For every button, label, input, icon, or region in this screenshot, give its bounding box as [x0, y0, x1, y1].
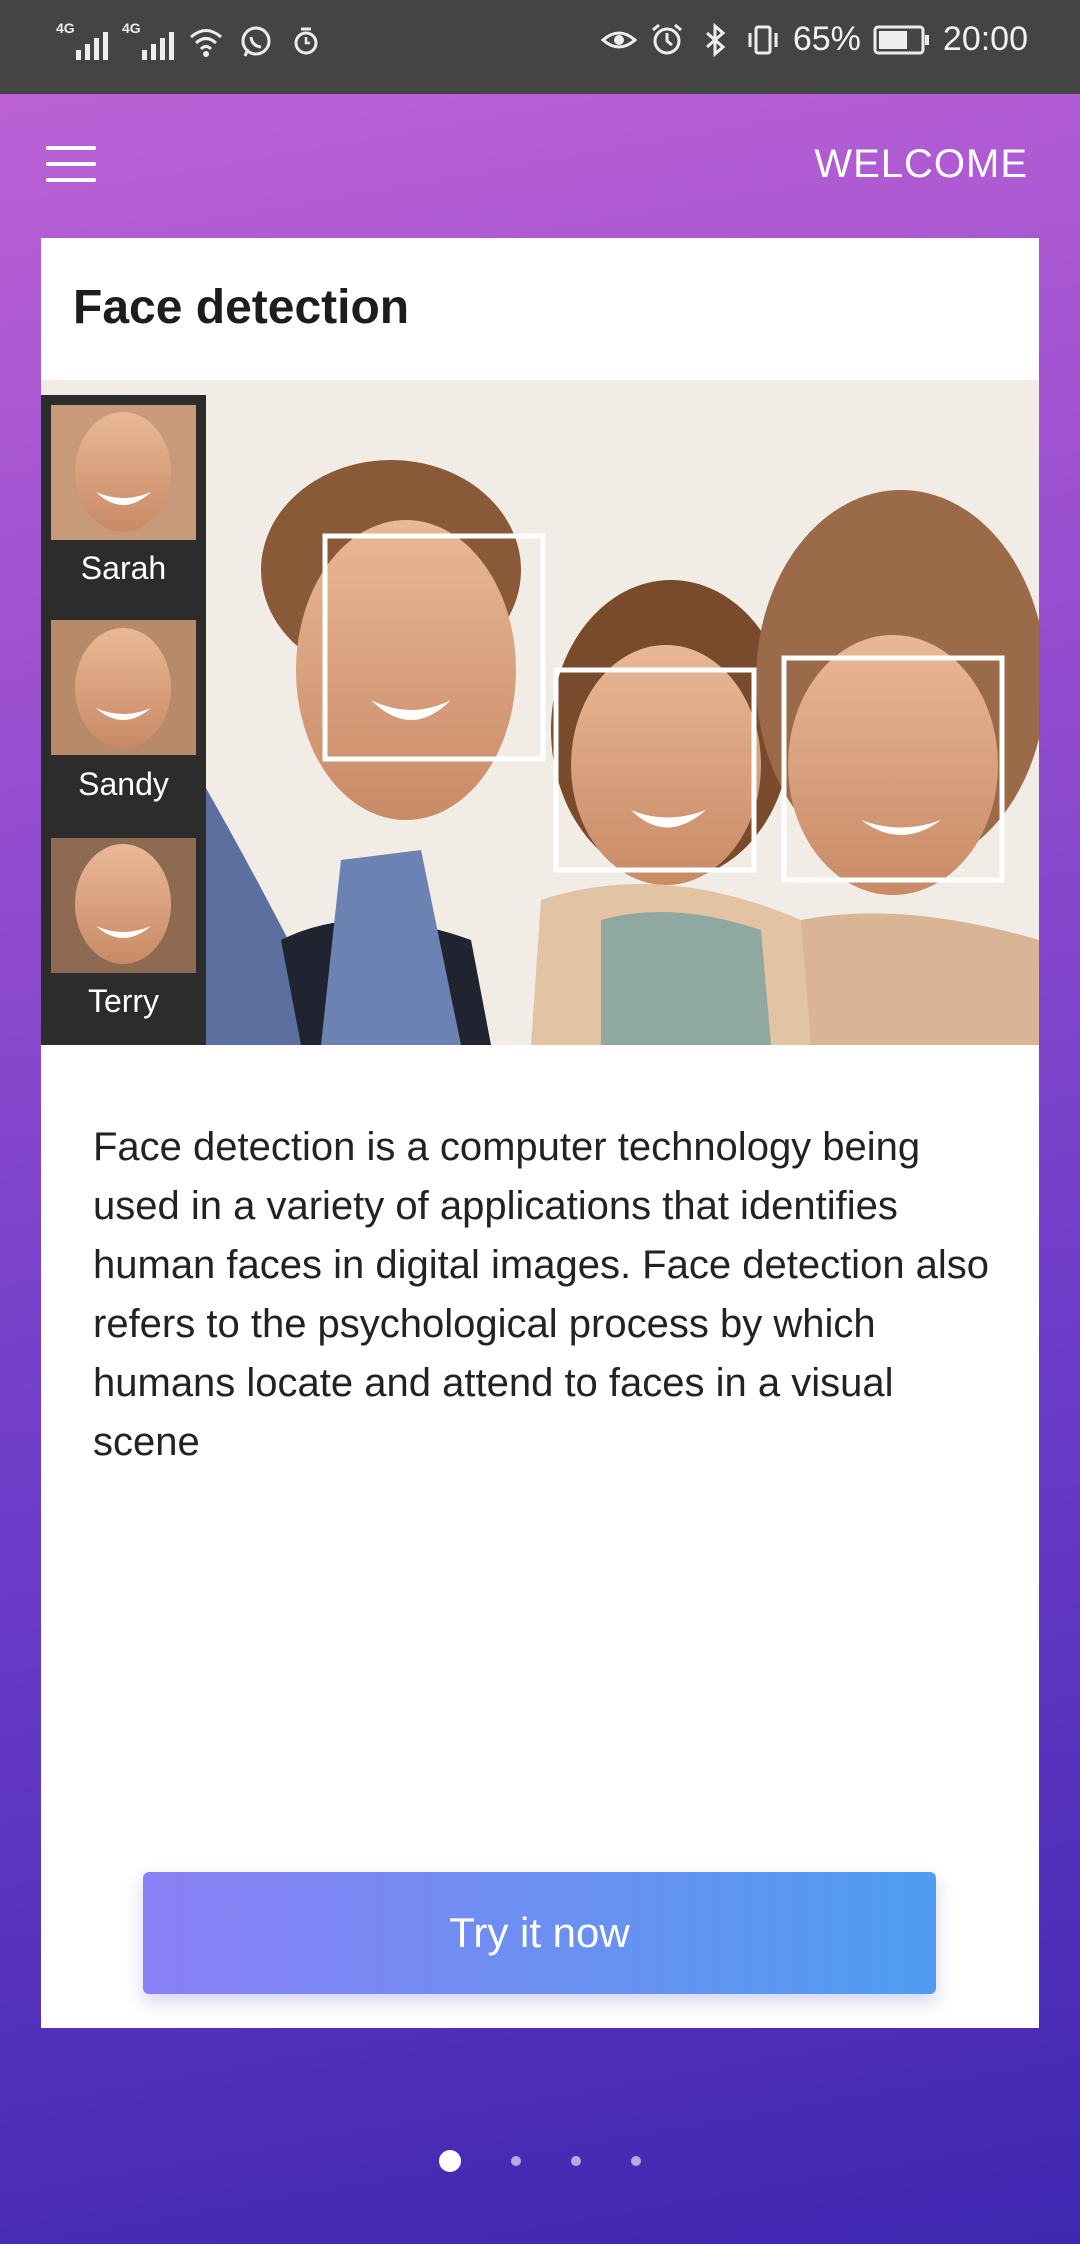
battery-icon	[873, 25, 929, 54]
clock-time: 20:00	[942, 20, 1028, 58]
battery-percent: 65%	[792, 20, 861, 58]
eye-icon	[600, 31, 637, 48]
signal-icon: 4G	[56, 20, 108, 60]
app-bar: WELCOME	[0, 94, 1080, 234]
network-type-label: 4G	[56, 20, 75, 36]
whatsapp-icon	[241, 26, 271, 57]
try-it-now-button[interactable]: Try it now	[143, 1872, 936, 1994]
network-type-label: 4G	[122, 20, 141, 36]
alarm-clock-icon	[294, 27, 318, 55]
page-dot-active[interactable]	[439, 2150, 461, 2172]
status-bar: 4G 4G 65% 20:00	[0, 0, 1080, 94]
description-text: Face detection is a computer technology …	[93, 1125, 990, 1464]
status-left: 4G 4G	[56, 20, 324, 60]
welcome-link[interactable]: WELCOME	[814, 142, 1028, 187]
status-right: 65% 20:00	[600, 20, 1028, 59]
bluetooth-icon	[705, 22, 726, 57]
page-indicator	[0, 2150, 1080, 2172]
page-dot[interactable]	[511, 2156, 521, 2166]
thumbnail-label: Sarah	[80, 550, 167, 586]
face-detection-illustration: Sarah Sandy Terry	[41, 380, 1039, 1045]
thumbnail-label: Terry	[87, 983, 160, 1019]
wifi-icon	[190, 29, 222, 57]
alarm-icon	[651, 23, 682, 54]
signal-icon: 4G	[122, 20, 174, 60]
page-dot[interactable]	[631, 2156, 641, 2166]
page-dot[interactable]	[571, 2156, 581, 2166]
group-selfie-image	[41, 380, 1039, 1045]
vibrate-icon	[748, 25, 778, 54]
screen: 4G 4G 65% 20:00 WELCOME Face detection S…	[0, 0, 1080, 2244]
hamburger-menu-icon[interactable]	[46, 146, 96, 182]
thumbnail-label: Sandy	[78, 766, 169, 802]
feature-card: Face detection Sarah Sandy Terry Face de…	[41, 238, 1039, 2028]
card-title: Face detection	[73, 281, 410, 334]
